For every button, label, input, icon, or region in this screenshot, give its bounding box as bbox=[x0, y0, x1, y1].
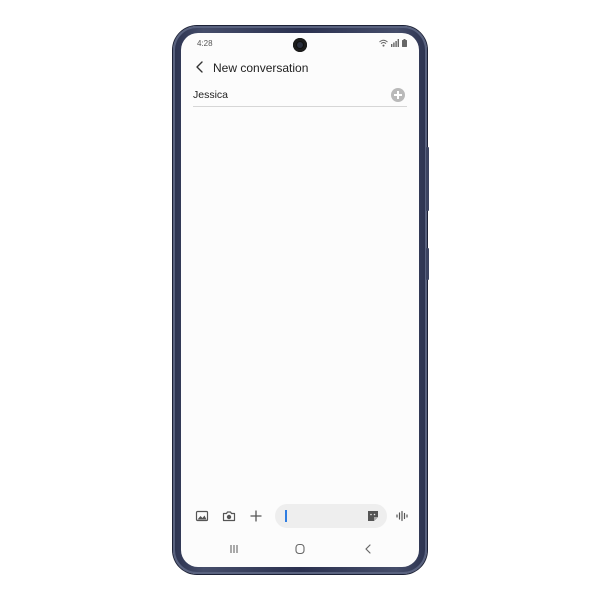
add-circle-icon[interactable] bbox=[391, 88, 405, 102]
front-camera bbox=[293, 38, 307, 52]
gallery-icon[interactable] bbox=[195, 509, 209, 523]
phone-screen: 4:28 New conversation Jessica bbox=[181, 33, 419, 567]
chevron-left-icon[interactable] bbox=[193, 60, 207, 74]
signal-icon bbox=[391, 39, 399, 47]
sticker-icon[interactable] bbox=[367, 510, 379, 522]
home-icon[interactable] bbox=[293, 543, 307, 555]
status-icons bbox=[379, 39, 407, 47]
status-time: 4:28 bbox=[197, 39, 213, 48]
voice-icon[interactable] bbox=[395, 509, 409, 523]
back-icon[interactable] bbox=[361, 543, 375, 555]
wifi-icon bbox=[379, 39, 388, 47]
message-field[interactable] bbox=[275, 504, 387, 528]
power-button bbox=[426, 248, 429, 280]
battery-icon bbox=[402, 39, 407, 47]
recents-icon[interactable] bbox=[227, 543, 241, 555]
message-input[interactable] bbox=[285, 509, 355, 523]
text-cursor bbox=[285, 510, 287, 522]
app-header: New conversation bbox=[181, 57, 419, 79]
recipient-input[interactable] bbox=[193, 88, 373, 102]
page-title: New conversation bbox=[213, 61, 309, 75]
status-bar: 4:28 bbox=[181, 33, 419, 55]
volume-button bbox=[426, 147, 429, 211]
plus-icon[interactable] bbox=[249, 509, 263, 523]
camera-icon[interactable] bbox=[222, 509, 236, 523]
message-composer bbox=[181, 503, 419, 529]
navigation-bar bbox=[181, 539, 419, 559]
recipient-row bbox=[193, 86, 407, 107]
message-thread bbox=[181, 109, 419, 499]
stage: 4:28 New conversation Jessica bbox=[0, 0, 600, 600]
